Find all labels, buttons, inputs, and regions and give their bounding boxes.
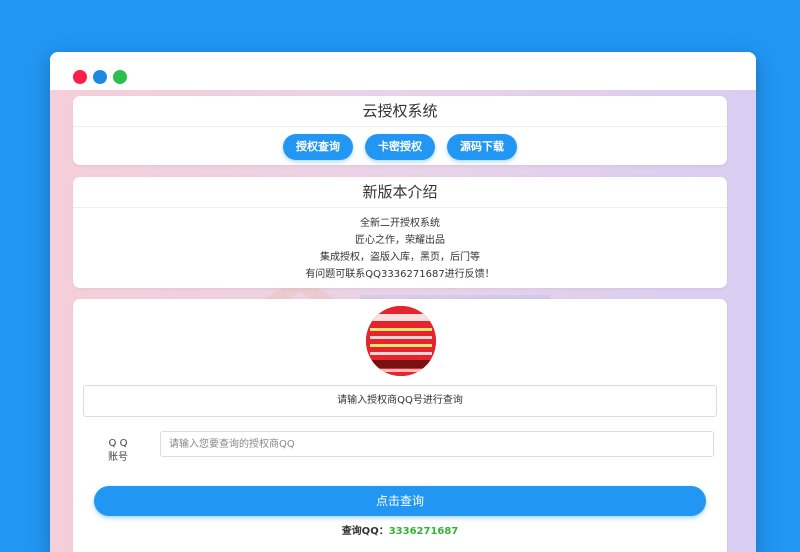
contact-label: 查询QQ： [341,526,389,537]
intro-title: 新版本介绍 [73,177,727,208]
intro-line: 全新二开授权系统 [360,218,440,229]
system-title: 云授权系统 [73,96,727,127]
intro-line: 有问题可联系QQ3336271687进行反馈！ [305,269,495,280]
query-prompt: 请输入授权商QQ号进行查询 [83,385,717,417]
window-titlebar [50,52,756,90]
header-card: 云授权系统 授权查询 卡密授权 源码下载 [73,96,727,165]
contact-number: 3336271687 [388,526,459,537]
page-content: 云授权系统 授权查询 卡密授权 源码下载 新版本介绍 全新二开授权系统 匠心之作… [50,90,756,552]
promo-avatar-icon [366,306,436,376]
close-dot-icon[interactable] [73,70,87,84]
browser-window: 云授权系统 授权查询 卡密授权 源码下载 新版本介绍 全新二开授权系统 匠心之作… [50,52,756,552]
qq-field-label: Q Q 账号 [103,437,133,465]
intro-card: 新版本介绍 全新二开授权系统 匠心之作，荣耀出品 集成授权，盗版入库，黑页，后门… [73,177,727,288]
intro-line: 匠心之作，荣耀出品 [355,235,445,246]
qq-input[interactable] [160,431,714,457]
query-card: 请输入授权商QQ号进行查询 Q Q 账号 点击查询 查询QQ：333627168… [73,299,727,552]
contact-line: 查询QQ：3336271687 [73,522,727,537]
maximize-dot-icon[interactable] [113,70,127,84]
intro-text: 全新二开授权系统 匠心之作，荣耀出品 集成授权，盗版入库，黑页，后门等 有问题可… [73,208,727,283]
minimize-dot-icon[interactable] [93,70,107,84]
intro-line: 集成授权，盗版入库，黑页，后门等 [320,252,480,263]
card-auth-button[interactable]: 卡密授权 [365,134,435,160]
submit-query-button[interactable]: 点击查询 [94,486,706,516]
auth-query-button[interactable]: 授权查询 [283,134,353,160]
qq-label-line: Q Q [108,438,128,449]
header-button-row: 授权查询 卡密授权 源码下载 [73,127,727,160]
source-download-button[interactable]: 源码下载 [447,134,517,160]
qq-label-line: 账号 [108,452,128,463]
